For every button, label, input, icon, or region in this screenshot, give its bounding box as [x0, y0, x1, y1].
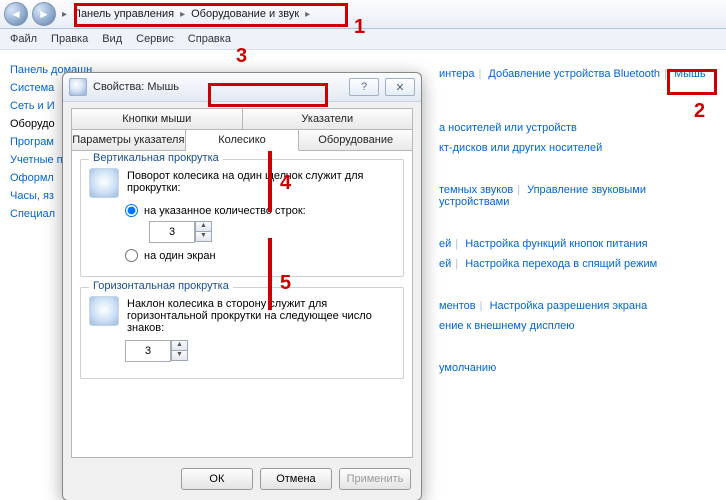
chars-spin-input[interactable]: [125, 340, 171, 362]
link-power-buttons[interactable]: Настройка функций кнопок питания: [465, 238, 647, 250]
breadcrumb-item-hardware-sound[interactable]: Оборудование и звук: [191, 8, 299, 20]
mouse-properties-dialog: Свойства: Мышь ? ✕ Кнопки мыши Указатели…: [62, 72, 422, 500]
link-system-sounds[interactable]: темных звуков: [439, 184, 513, 196]
link-fragment[interactable]: ментов: [439, 300, 476, 312]
spin-down-icon[interactable]: ▼: [171, 351, 188, 361]
wheel-tilt-icon: [89, 296, 119, 326]
radio-screen[interactable]: на один экран: [125, 249, 395, 262]
breadcrumb-sep-icon: ▸: [303, 9, 312, 20]
link-external-display[interactable]: ение к внешнему дисплею: [439, 320, 574, 332]
link-mouse[interactable]: Мышь: [674, 68, 706, 80]
breadcrumb-sep-icon: ▸: [60, 9, 69, 20]
breadcrumb-bar: ◄ ► ▸ Панель управления ▸ Оборудование и…: [0, 0, 726, 29]
apply-button[interactable]: Применить: [339, 468, 411, 490]
vertical-scroll-desc: Поворот колесика на один щелчок служит д…: [127, 168, 395, 194]
link-defaults[interactable]: умолчанию: [439, 362, 496, 374]
breadcrumb-item-control-panel[interactable]: Панель управления: [73, 8, 174, 20]
cancel-button[interactable]: Отмена: [260, 468, 332, 490]
mouse-icon: [69, 78, 87, 96]
radio-lines-input[interactable]: [125, 204, 138, 217]
tab-hardware[interactable]: Оборудование: [299, 130, 413, 151]
vertical-scroll-legend: Вертикальная прокрутка: [89, 152, 223, 164]
menubar: Файл Правка Вид Сервис Справка: [0, 29, 726, 50]
wheel-icon: [89, 168, 119, 198]
link-printers[interactable]: интера: [439, 68, 475, 80]
tab-strip: Кнопки мыши Указатели Параметры указател…: [63, 102, 421, 151]
link-add-bluetooth[interactable]: Добавление устройства Bluetooth: [488, 68, 660, 80]
radio-screen-label: на один экран: [144, 250, 216, 262]
tab-pointers[interactable]: Указатели: [243, 108, 414, 130]
nav-back-icon[interactable]: ◄: [4, 2, 28, 26]
spin-down-icon[interactable]: ▼: [195, 232, 212, 242]
dialog-button-row: ОК Отмена Применить: [63, 458, 421, 500]
menu-edit[interactable]: Правка: [51, 33, 88, 45]
radio-screen-input[interactable]: [125, 249, 138, 262]
link-screen-resolution[interactable]: Настройка разрешения экрана: [490, 300, 648, 312]
tab-wheel-body: Вертикальная прокрутка Поворот колесика …: [71, 151, 413, 458]
dialog-title: Свойства: Мышь: [93, 81, 343, 93]
menu-file[interactable]: Файл: [10, 33, 37, 45]
link-fragment[interactable]: ей: [439, 238, 451, 250]
menu-service[interactable]: Сервис: [136, 33, 174, 45]
menu-view[interactable]: Вид: [102, 33, 122, 45]
link-disc-media[interactable]: кт-дисков или других носителей: [439, 142, 602, 154]
lines-spin-input[interactable]: [149, 221, 195, 243]
menu-help[interactable]: Справка: [188, 33, 231, 45]
radio-lines[interactable]: на указанное количество строк:: [125, 204, 395, 217]
link-sleep-mode[interactable]: Настройка перехода в спящий режим: [465, 258, 657, 270]
vertical-scroll-group: Вертикальная прокрутка Поворот колесика …: [80, 159, 404, 277]
radio-lines-label: на указанное количество строк:: [144, 205, 306, 217]
dialog-titlebar: Свойства: Мышь ? ✕: [63, 73, 421, 102]
spin-up-icon[interactable]: ▲: [195, 221, 212, 232]
horizontal-scroll-legend: Горизонтальная прокрутка: [89, 280, 233, 292]
horizontal-scroll-group: Горизонтальная прокрутка Наклон колесика…: [80, 287, 404, 379]
tab-buttons[interactable]: Кнопки мыши: [71, 108, 243, 130]
tab-wheel[interactable]: Колесико: [186, 130, 300, 151]
help-button[interactable]: ?: [349, 78, 379, 96]
close-button[interactable]: ✕: [385, 78, 415, 96]
breadcrumb-sep-icon: ▸: [178, 9, 187, 20]
ok-button[interactable]: ОК: [181, 468, 253, 490]
spin-up-icon[interactable]: ▲: [171, 340, 188, 351]
horizontal-scroll-desc: Наклон колесика в сторону служит для гор…: [127, 296, 395, 334]
link-media-devices[interactable]: а носителей или устройств: [439, 122, 577, 134]
link-fragment[interactable]: ей: [439, 258, 451, 270]
tab-pointer-options[interactable]: Параметры указателя: [71, 130, 186, 151]
nav-forward-icon[interactable]: ►: [32, 2, 56, 26]
